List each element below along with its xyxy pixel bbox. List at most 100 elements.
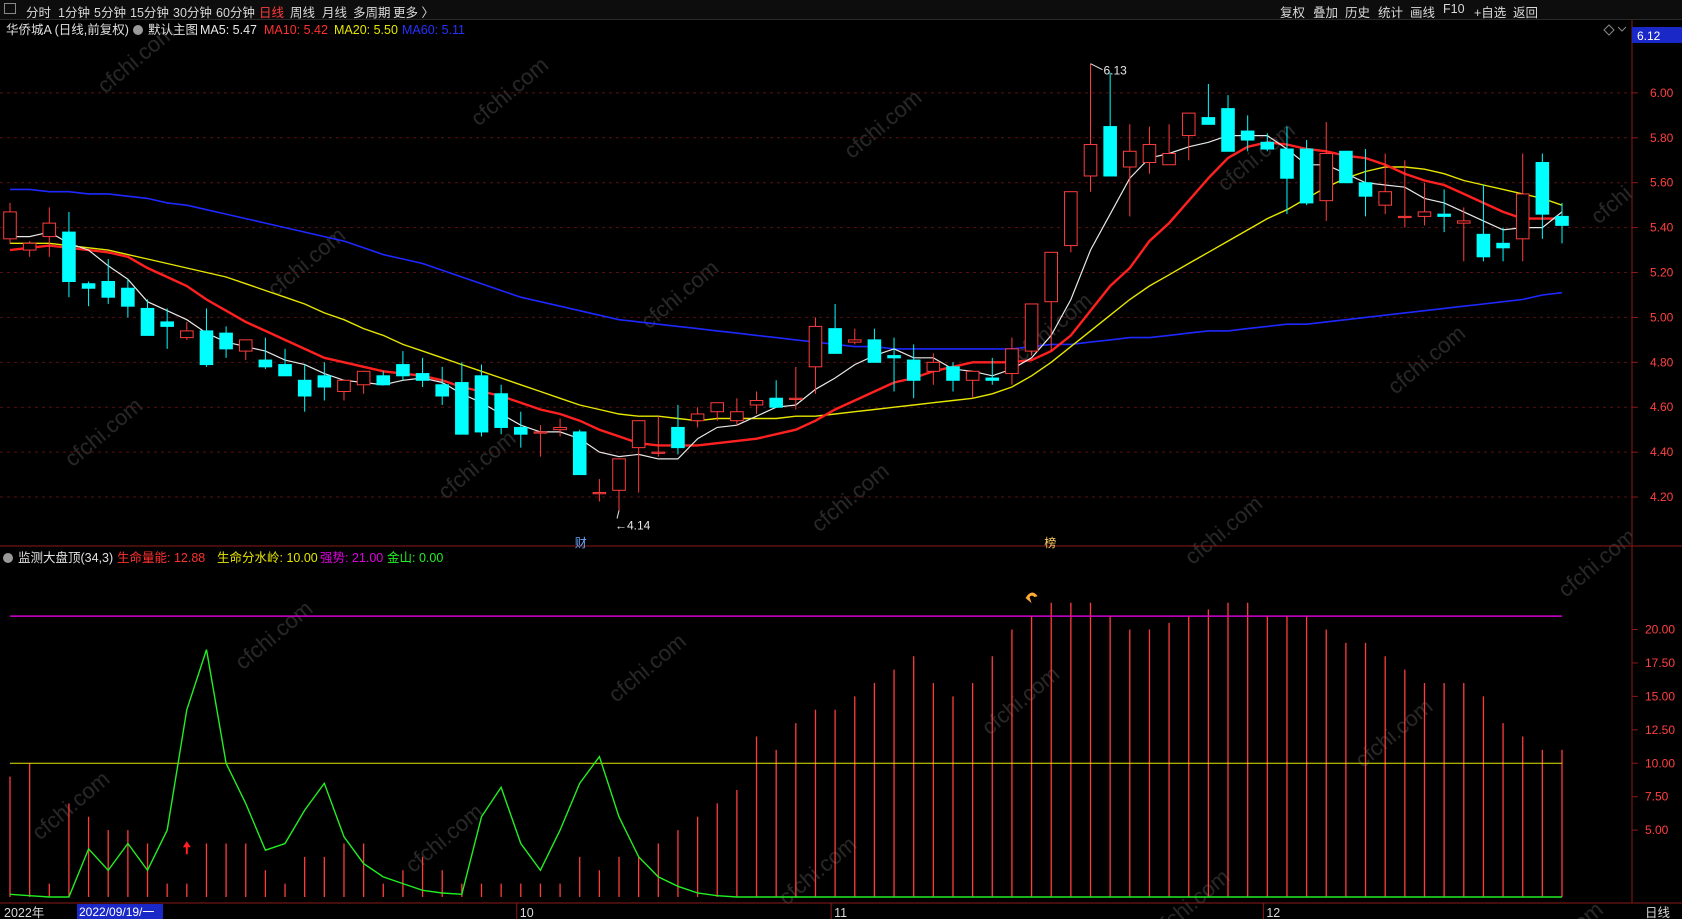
candle-body — [258, 359, 273, 368]
candle-body — [572, 431, 587, 476]
candle-body — [415, 373, 430, 381]
indicator-toggle-icon[interactable] — [133, 25, 143, 35]
x-tick-label: 12 — [1266, 906, 1280, 919]
candle-body — [1201, 117, 1216, 125]
sub-indicator-toggle-icon[interactable] — [3, 553, 13, 563]
candle-body — [337, 379, 351, 393]
tab-more[interactable]: 更多 〉 — [393, 2, 434, 21]
candle-body — [494, 393, 508, 428]
candle-body — [1515, 193, 1530, 240]
ma5-label: MA5: 5.47 — [200, 23, 257, 37]
candle-body — [1240, 130, 1255, 141]
overlay-button[interactable]: 叠加 — [1313, 2, 1338, 21]
f10-button[interactable]: F10 — [1443, 2, 1465, 16]
candle-body — [1221, 108, 1235, 152]
tab-fenshi[interactable]: 分时 — [26, 2, 51, 21]
candle-body — [906, 359, 921, 381]
tab-1min[interactable]: 1分钟 — [58, 2, 90, 21]
candle-body — [1358, 182, 1373, 197]
candle-body — [1142, 144, 1157, 164]
sub-strong-label: 强势: 21.00 — [320, 550, 383, 565]
candle-body — [42, 222, 57, 238]
finance-event-badge: 财 — [575, 536, 587, 550]
candle-body — [180, 330, 194, 339]
sub-y-tick-label: 7.50 — [1645, 790, 1669, 804]
y-tick-label: 5.00 — [1650, 310, 1674, 324]
restore-rights-button[interactable]: 复权 — [1280, 2, 1305, 21]
back-button[interactable]: 返回 — [1513, 2, 1538, 21]
period-toolbar: 分时 1分钟 5分钟 15分钟 30分钟 60分钟 日线 周线 月线 多周期 更… — [0, 0, 1682, 20]
x-tick-label: 10 — [520, 906, 534, 919]
y-tick-label: 4.60 — [1650, 400, 1674, 414]
tab-15min[interactable]: 15分钟 — [130, 2, 169, 21]
kline-chart[interactable]: cfchi.com 6.13←4.14财榜 6.005.805.605.405.… — [0, 20, 1682, 919]
ma20-label: MA20: 5.50 — [334, 23, 398, 37]
sub-y-tick-label: 5.00 — [1645, 823, 1669, 837]
window-icon[interactable] — [4, 3, 16, 14]
candle-body — [101, 281, 116, 298]
candle-body — [474, 375, 489, 433]
y-tick-label: 4.40 — [1650, 445, 1674, 459]
high-marker-label: 6.13 — [1104, 64, 1128, 78]
candle-body — [553, 426, 567, 431]
tab-60min[interactable]: 60分钟 — [216, 2, 255, 21]
candle-body — [887, 355, 901, 359]
candle-body — [435, 384, 449, 397]
candle-body — [1123, 150, 1137, 168]
candle-body — [533, 431, 548, 434]
candle-body — [867, 339, 882, 363]
tab-30min[interactable]: 30分钟 — [173, 2, 212, 21]
cursor-date: 2022/09/19/一 — [79, 905, 154, 919]
candle-body — [140, 307, 155, 336]
history-button[interactable]: 历史 — [1345, 2, 1370, 21]
candle-body — [3, 211, 17, 240]
candle-body — [1162, 153, 1176, 166]
y-tick-label: 5.20 — [1650, 266, 1674, 280]
candle-body — [1005, 348, 1019, 375]
candle-body — [1083, 144, 1098, 177]
candle-body — [789, 397, 803, 400]
candle-body — [749, 399, 764, 406]
candle-body — [1417, 211, 1432, 217]
candle-body — [1064, 191, 1078, 247]
stock-name: 华侨城A (日线,前复权) — [6, 22, 129, 37]
candle-body — [1299, 148, 1314, 204]
year-label: 2022年 — [4, 906, 44, 919]
draw-button[interactable]: 画线 — [1410, 2, 1435, 21]
candle-body — [946, 366, 960, 381]
candle-body — [612, 458, 626, 491]
sub-watershed-label: 生命分水岭: 10.00 — [217, 550, 318, 565]
candle-body — [592, 492, 607, 495]
tab-daily[interactable]: 日线 — [259, 2, 284, 21]
candle-body — [651, 451, 666, 454]
candle-body — [455, 382, 469, 435]
candle-body — [396, 364, 410, 377]
sub-y-tick-label: 15.00 — [1645, 689, 1675, 703]
candle-body — [769, 397, 783, 408]
tab-monthly[interactable]: 月线 — [322, 2, 347, 21]
sub-y-tick-label: 17.50 — [1645, 656, 1675, 670]
sub-indicator-name[interactable]: 监测大盘顶(34,3) — [18, 550, 113, 565]
ma10-label: MA10: 5.42 — [264, 23, 328, 37]
tab-multi-period[interactable]: 多周期 — [353, 2, 391, 21]
candle-body — [219, 332, 233, 350]
tab-weekly[interactable]: 周线 — [290, 2, 315, 21]
candle-body — [710, 402, 725, 413]
candle-body — [690, 413, 705, 422]
candle-body — [1476, 233, 1491, 258]
candle-body — [926, 361, 941, 372]
candle-body — [730, 411, 744, 422]
statistics-button[interactable]: 统计 — [1378, 2, 1403, 21]
current-price-tag-text: 6.12 — [1637, 29, 1661, 43]
tab-5min[interactable]: 5分钟 — [94, 2, 126, 21]
candle-body — [376, 375, 391, 386]
ma60-label: MA60: 5.11 — [402, 23, 465, 37]
candle-body — [238, 339, 253, 352]
candle-body — [1555, 215, 1569, 226]
candle-body — [121, 287, 135, 307]
main-indicator-name[interactable]: 默认主图 — [148, 22, 198, 37]
add-watchlist-button[interactable]: +自选 — [1474, 2, 1506, 21]
sub-energy-label: 生命量能: 12.88 — [117, 550, 205, 565]
candle-body — [847, 339, 862, 343]
candle-body — [199, 330, 214, 366]
